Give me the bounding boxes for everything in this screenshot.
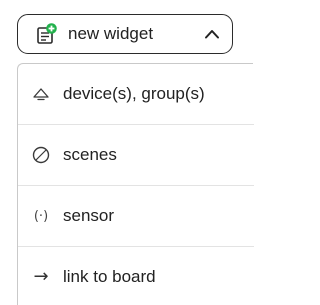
menu-item-scenes[interactable]: scenes [18,125,254,185]
scenes-circle-icon [31,145,51,165]
new-widget-dropdown-menu: device(s), group(s) scenes (·) sensor → [17,63,254,305]
widget-menu-root: new widget device(s), group(s) scenes (·… [0,0,254,305]
menu-item-label: device(s), group(s) [63,84,205,103]
new-widget-label: new widget [68,24,154,43]
sensor-icon: (·) [33,208,49,224]
menu-item-link-to-board[interactable]: → link to board [18,247,254,305]
arrow-right-icon: → [33,266,49,287]
lamp-icon [31,84,51,104]
new-widget-plus-icon [36,23,58,45]
menu-item-label: sensor [63,206,115,225]
new-widget-button[interactable]: new widget [17,14,233,54]
menu-item-label: scenes [63,145,117,164]
menu-item-devices-groups[interactable]: device(s), group(s) [18,64,254,124]
menu-item-sensor[interactable]: (·) sensor [18,186,254,246]
chevron-up-icon [204,28,220,40]
menu-item-label: link to board [63,267,156,286]
